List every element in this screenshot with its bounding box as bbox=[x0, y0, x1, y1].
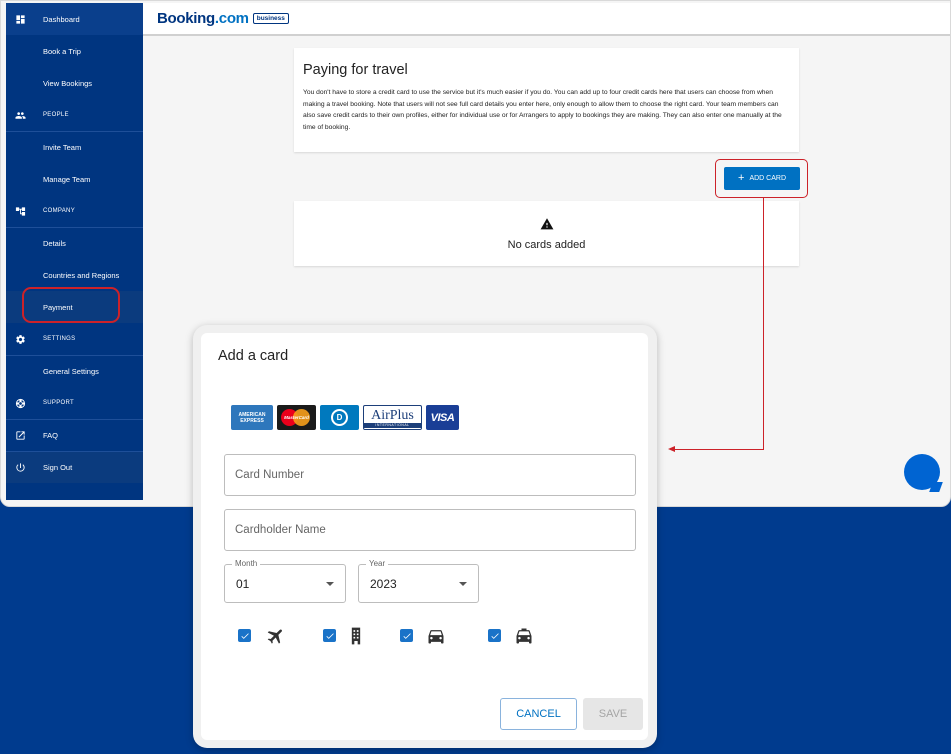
sidebar-section-people: PEOPLE bbox=[6, 99, 143, 131]
sidebar-item-sign-out[interactable]: Sign Out bbox=[6, 451, 143, 483]
amex-line2: EXPRESS bbox=[240, 417, 264, 424]
company-icon bbox=[14, 205, 26, 217]
airplus-logo: AirPlus INTERNATIONAL bbox=[363, 405, 422, 430]
hotel-checkbox[interactable] bbox=[323, 629, 336, 642]
cardholder-placeholder: Cardholder Name bbox=[235, 524, 326, 536]
card-number-field[interactable]: Card Number bbox=[224, 454, 636, 496]
sidebar-section-label: COMPANY bbox=[43, 208, 75, 214]
mastercard-text: MasterCard bbox=[284, 415, 309, 420]
annotation-arrow-head bbox=[668, 446, 675, 452]
sidebar-item-view-bookings[interactable]: View Bookings bbox=[6, 67, 143, 99]
sidebar-item-book-a-trip[interactable]: Book a Trip bbox=[6, 35, 143, 67]
sidebar-item-dashboard[interactable]: Dashboard bbox=[6, 3, 143, 35]
sidebar: Dashboard Book a Trip View Bookings PEOP… bbox=[6, 3, 143, 500]
sidebar-item-label: Book a Trip bbox=[43, 46, 81, 56]
month-label: Month bbox=[232, 559, 261, 568]
flight-checkbox[interactable] bbox=[238, 629, 251, 642]
dialog-title: Add a card bbox=[218, 348, 289, 364]
sidebar-item-label: General Settings bbox=[43, 367, 99, 376]
car-checkbox[interactable] bbox=[400, 629, 413, 642]
diners-logo: D bbox=[320, 405, 359, 430]
year-select[interactable]: Year 2023 bbox=[358, 559, 479, 603]
logo-main: Booking bbox=[157, 10, 215, 27]
airplus-text: AirPlus bbox=[371, 407, 414, 423]
sidebar-item-general-settings[interactable]: General Settings bbox=[6, 355, 143, 387]
chat-icon[interactable] bbox=[904, 454, 940, 490]
sidebar-item-label: Countries and Regions bbox=[43, 270, 120, 280]
sidebar-item-label: Details bbox=[43, 239, 66, 248]
month-value: 01 bbox=[236, 576, 250, 591]
taxi-icon bbox=[513, 626, 535, 646]
diners-mark: D bbox=[331, 409, 348, 426]
sidebar-section-label: SUPPORT bbox=[43, 400, 74, 406]
sidebar-item-label: Sign Out bbox=[43, 463, 73, 472]
sidebar-item-label: Invite Team bbox=[43, 143, 82, 152]
chevron-down-icon bbox=[459, 582, 467, 586]
sidebar-section-settings: SETTINGS bbox=[6, 323, 143, 355]
people-icon bbox=[14, 109, 26, 121]
mastercard-logo: MasterCard bbox=[277, 405, 316, 430]
sidebar-section-label: PEOPLE bbox=[43, 112, 69, 118]
sidebar-section-support: SUPPORT bbox=[6, 387, 143, 419]
sidebar-item-manage-team[interactable]: Manage Team bbox=[6, 163, 143, 195]
annotation-arrow-line bbox=[674, 449, 764, 451]
card-logos: AMERICAN EXPRESS MasterCard D AirPlus IN… bbox=[231, 405, 459, 430]
year-value: 2023 bbox=[370, 576, 397, 591]
logo-tld: .com bbox=[214, 10, 249, 27]
airplus-sub: INTERNATIONAL bbox=[364, 422, 421, 428]
sidebar-section-label: SETTINGS bbox=[43, 336, 76, 342]
visa-logo: VISA bbox=[426, 405, 459, 430]
payment-info-panel: Paying for travel You don't have to stor… bbox=[294, 48, 799, 152]
car-icon bbox=[425, 626, 447, 646]
payment-highlight bbox=[22, 287, 120, 323]
plus-icon: + bbox=[738, 172, 745, 184]
taxi-checkbox[interactable] bbox=[488, 629, 501, 642]
month-select[interactable]: Month 01 bbox=[224, 559, 346, 603]
chevron-down-icon bbox=[326, 582, 334, 586]
top-bar: Booking.com business bbox=[143, 3, 950, 36]
sidebar-item-label: Manage Team bbox=[43, 174, 91, 184]
sidebar-item-invite-team[interactable]: Invite Team bbox=[6, 131, 143, 163]
add-card-button[interactable]: + ADD CARD bbox=[724, 167, 800, 190]
sidebar-item-details[interactable]: Details bbox=[6, 227, 143, 259]
sidebar-item-label: View Bookings bbox=[43, 78, 93, 88]
hotel-icon bbox=[345, 626, 367, 646]
sidebar-section-company: COMPANY bbox=[6, 195, 143, 227]
page-description: You don't have to store a credit card to… bbox=[303, 89, 782, 131]
sidebar-item-faq[interactable]: FAQ bbox=[6, 419, 143, 451]
amex-logo: AMERICAN EXPRESS bbox=[231, 405, 273, 430]
add-card-label: ADD CARD bbox=[749, 175, 786, 182]
annotation-arrow-line bbox=[763, 197, 765, 450]
card-number-placeholder: Card Number bbox=[235, 469, 305, 481]
external-link-icon bbox=[14, 430, 26, 442]
sidebar-item-label: Dashboard bbox=[43, 14, 80, 24]
empty-state-text: No cards added bbox=[507, 238, 586, 251]
flight-icon bbox=[265, 626, 287, 646]
save-button[interactable]: SAVE bbox=[583, 698, 643, 730]
business-badge: business bbox=[252, 13, 289, 24]
sidebar-item-label: FAQ bbox=[43, 431, 59, 440]
cardholder-name-field[interactable]: Cardholder Name bbox=[224, 509, 636, 551]
cards-empty-state: No cards added bbox=[294, 201, 799, 266]
warning-icon bbox=[540, 217, 554, 235]
year-label: Year bbox=[366, 559, 389, 568]
add-card-dialog: Add a card AMERICAN EXPRESS MasterCard D… bbox=[201, 333, 648, 740]
gear-icon bbox=[14, 333, 26, 345]
power-icon bbox=[14, 462, 26, 474]
dashboard-icon bbox=[14, 13, 26, 25]
page-title: Paying for travel bbox=[303, 62, 408, 78]
support-icon bbox=[14, 397, 26, 409]
cancel-button[interactable]: CANCEL bbox=[500, 698, 577, 730]
booking-logo[interactable]: Booking.com bbox=[157, 10, 249, 27]
